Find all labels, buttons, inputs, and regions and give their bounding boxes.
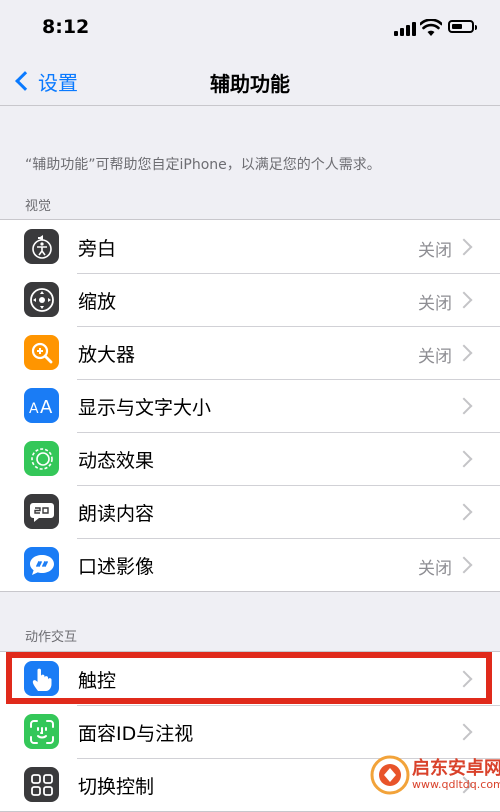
row-audio-description[interactable]: 口述影像 关闭 [0,538,500,591]
row-label: 面容ID与注视 [78,723,194,745]
navigation-bar: 设置 辅助功能 [0,58,500,106]
text-size-icon: A A [24,388,59,423]
row-label: 朗读内容 [78,503,155,525]
row-zoom[interactable]: 缩放 关闭 [0,273,500,326]
row-value: 关闭 [418,559,452,579]
row-magnifier[interactable]: 放大器 关闭 [0,326,500,379]
row-value: 关闭 [418,294,452,314]
chevron-right-icon [455,503,473,521]
chevron-right-icon [455,450,473,468]
row-motion[interactable]: 动态效果 [0,432,500,485]
vision-group: 旁白 关闭 缩放 关闭 放大器 关闭 A A 显示与文字大小 动态效果 朗读内容… [0,219,500,592]
row-label: 切换控制 [78,776,155,798]
battery-icon [448,20,477,33]
page-title: 辅助功能 [210,72,290,96]
audio-description-icon [24,547,59,582]
row-label: 动态效果 [78,450,155,472]
chevron-right-icon [455,723,473,741]
status-bar: 8:12 [0,0,500,58]
motion-icon [24,441,59,476]
row-voiceover[interactable]: 旁白 关闭 [0,220,500,273]
watermark-url: www.qdltdq.com [412,777,500,791]
row-label: 放大器 [78,344,136,366]
magnifier-icon [24,335,59,370]
highlight-annotation [6,652,492,704]
row-value: 关闭 [418,347,452,367]
watermark-logo-icon [370,755,410,795]
svg-text:A: A [40,397,53,416]
row-label: 旁白 [78,238,117,260]
chevron-right-icon [455,238,473,256]
section-header-vision: 视觉 [25,199,52,214]
watermark-name: 启东安卓网 [412,758,500,780]
row-label: 缩放 [78,291,117,313]
zoom-icon [24,282,59,317]
row-display-text-size[interactable]: A A 显示与文字大小 [0,379,500,432]
row-spoken-content[interactable]: 朗读内容 [0,485,500,538]
row-value: 关闭 [418,241,452,261]
page-description: “辅助功能”可帮助您自定iPhone，以满足您的个人需求。 [25,157,381,173]
voiceover-icon [24,229,59,264]
row-label: 口述影像 [78,556,155,578]
face-id-icon [24,714,59,749]
row-label: 显示与文字大小 [78,397,212,419]
watermark: 启东安卓网 www.qdltdq.com [370,755,500,795]
chevron-right-icon [455,397,473,415]
chevron-right-icon [455,556,473,574]
spoken-content-icon [24,494,59,529]
switch-control-icon [24,767,59,802]
chevron-right-icon [455,291,473,309]
section-header-interaction: 动作交互 [25,630,78,645]
svg-text:A: A [29,401,39,416]
cellular-signal-icon [394,22,416,36]
row-face-id[interactable]: 面容ID与注视 [0,705,500,758]
wifi-icon [420,19,442,36]
chevron-right-icon [455,344,473,362]
status-time: 8:12 [42,16,90,38]
